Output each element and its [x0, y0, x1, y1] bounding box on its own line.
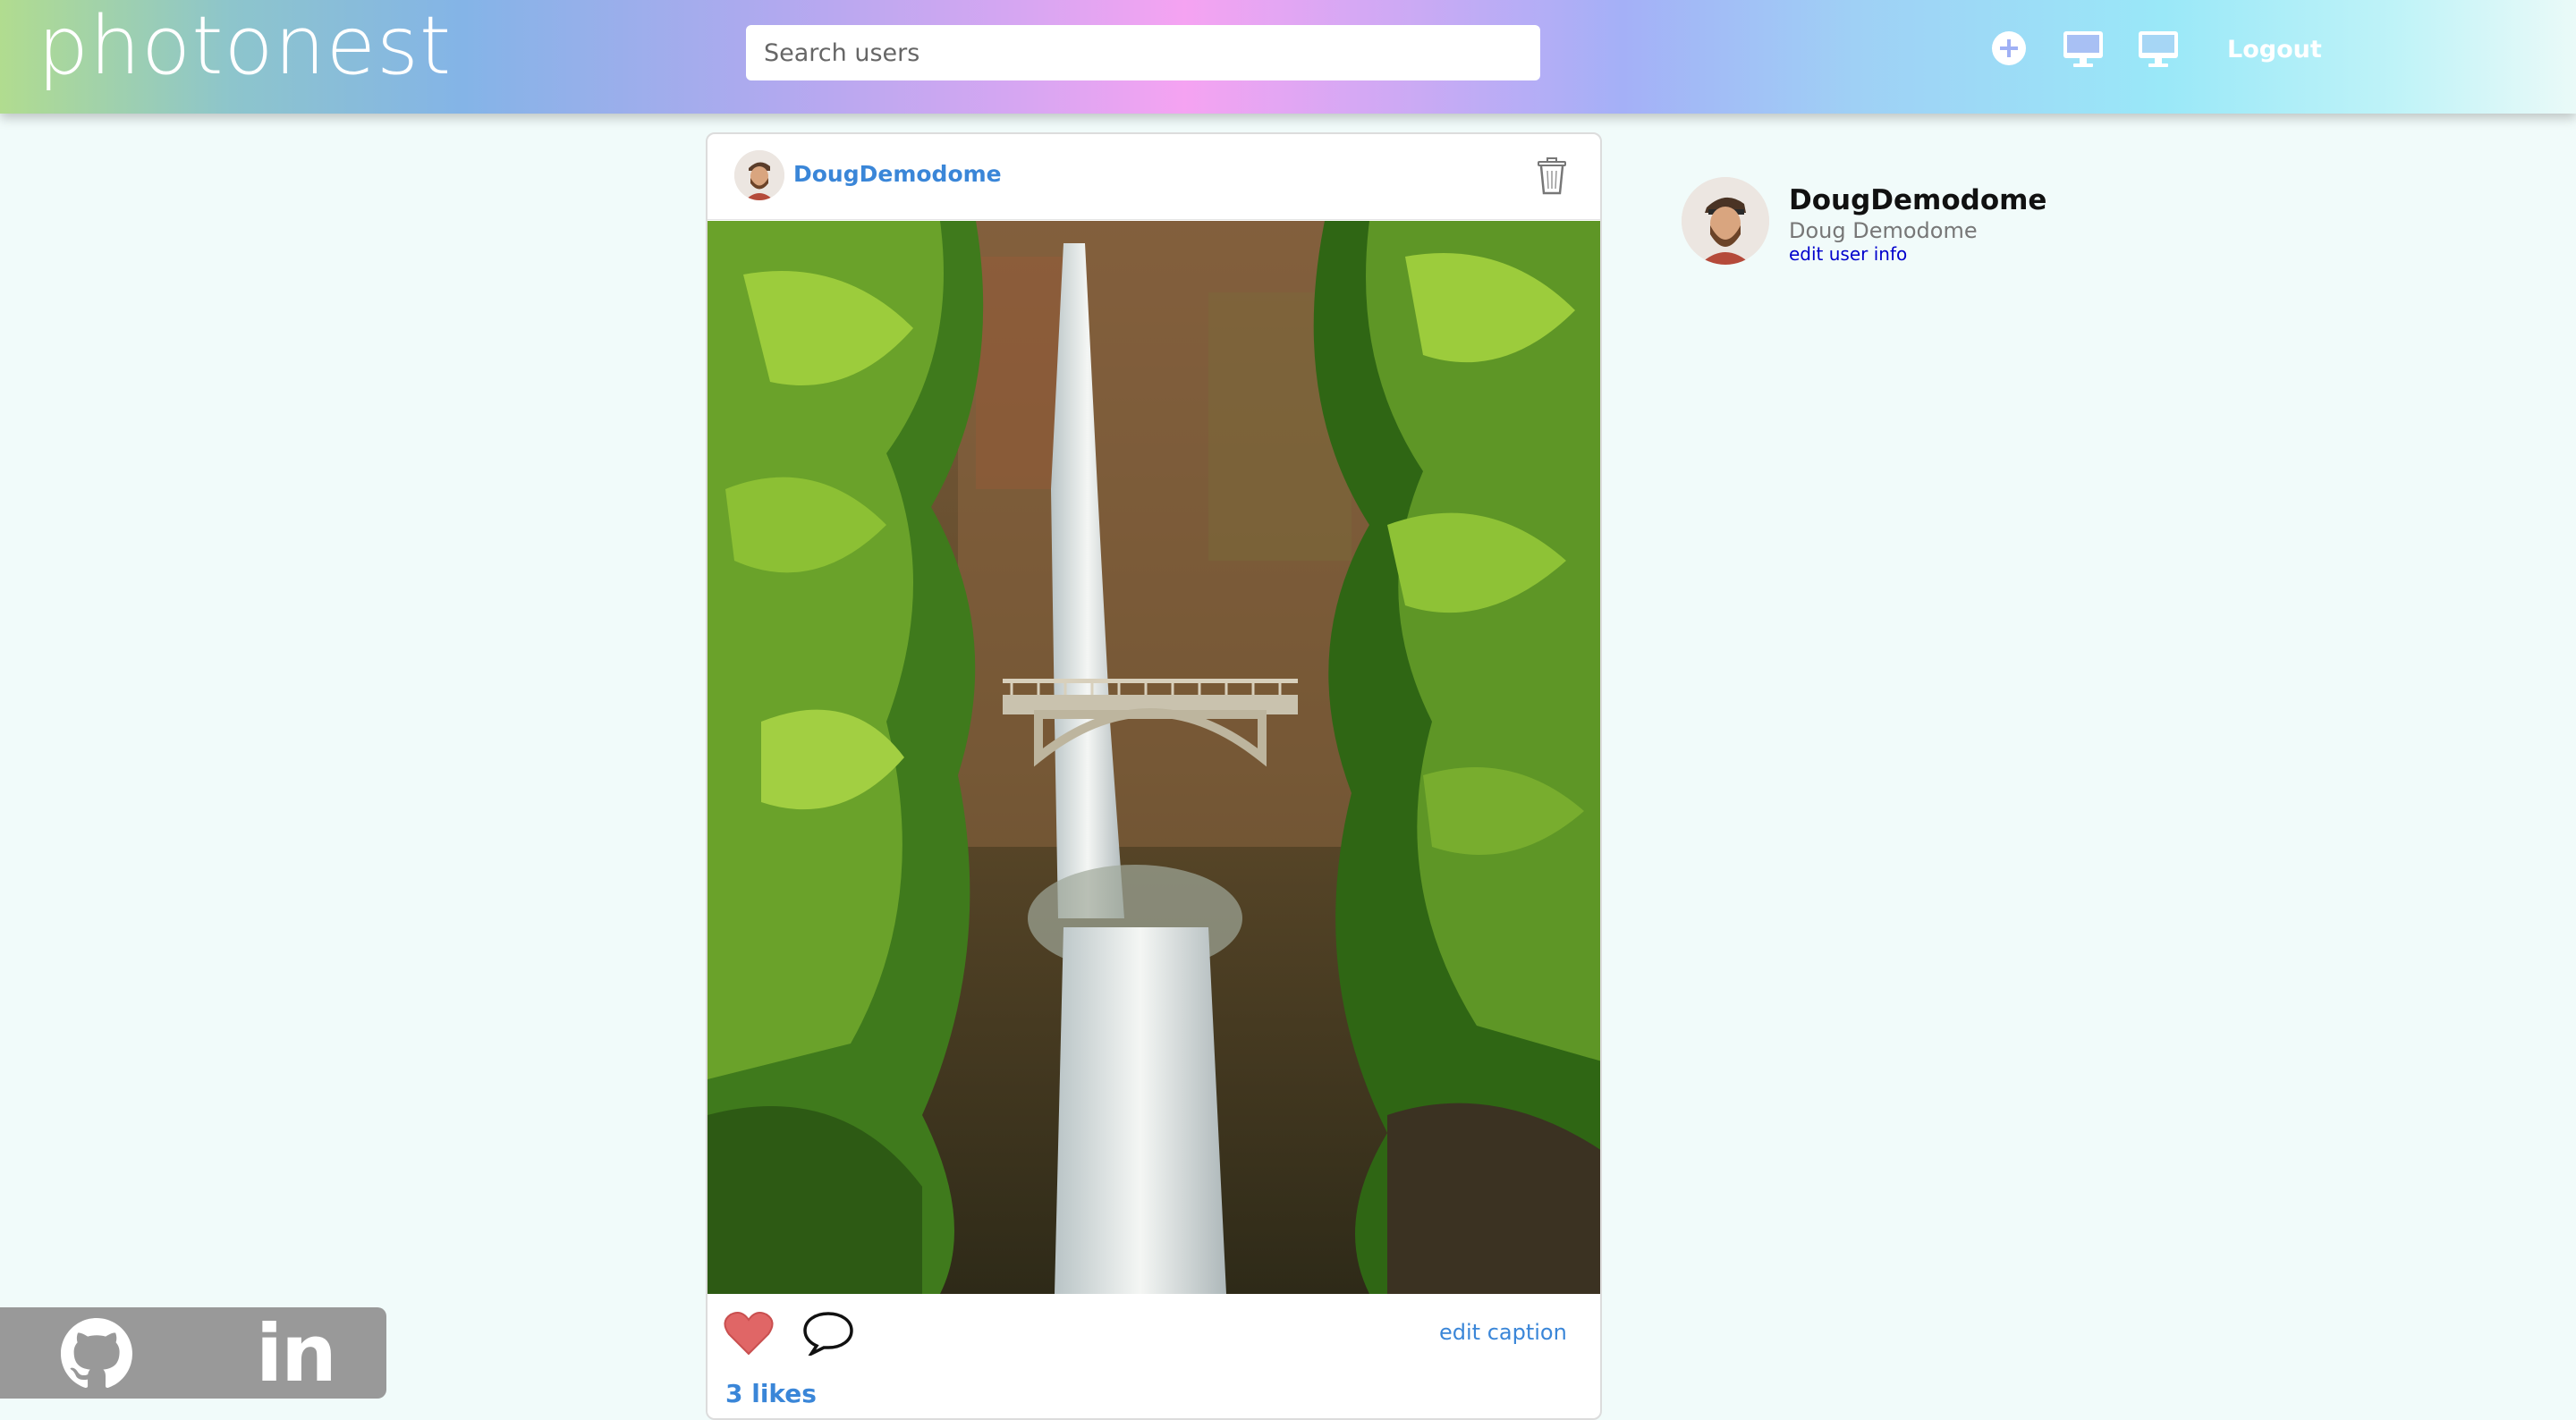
app-logo[interactable]: photonest: [38, 2, 452, 91]
heart-icon[interactable]: [724, 1311, 774, 1356]
logout-button[interactable]: Logout: [2227, 36, 2322, 63]
plus-circle-icon[interactable]: [1991, 30, 2027, 66]
edit-user-info-link[interactable]: edit user info: [1789, 243, 1907, 265]
post-username-link[interactable]: DougDemodome: [793, 161, 1002, 187]
linkedin-icon[interactable]: in: [256, 1314, 337, 1393]
top-navbar: photonest Logout: [0, 0, 2576, 114]
avatar-illustration: [1682, 177, 1769, 265]
social-links-bar: in: [0, 1307, 386, 1399]
avatar-illustration: [734, 150, 784, 200]
edit-caption-link[interactable]: edit caption: [1439, 1320, 1567, 1345]
profile-avatar[interactable]: [1682, 177, 1769, 265]
post-photo[interactable]: [708, 221, 1602, 1294]
desktop-icon[interactable]: [2063, 30, 2104, 68]
likes-count[interactable]: 3 likes: [725, 1379, 817, 1408]
comment-icon[interactable]: [802, 1311, 854, 1356]
post-header: DougDemodome: [708, 134, 1600, 220]
profile-username: DougDemodome: [1789, 184, 2047, 216]
post-card: DougDemodome edit caption 3 likes: [706, 132, 1602, 1420]
avatar[interactable]: [734, 150, 784, 200]
desktop-icon[interactable]: [2138, 30, 2179, 68]
profile-full-name: Doug Demodome: [1789, 218, 1978, 243]
github-icon[interactable]: [61, 1318, 132, 1390]
trash-icon[interactable]: [1536, 157, 1568, 195]
search-users-input[interactable]: [746, 25, 1540, 80]
